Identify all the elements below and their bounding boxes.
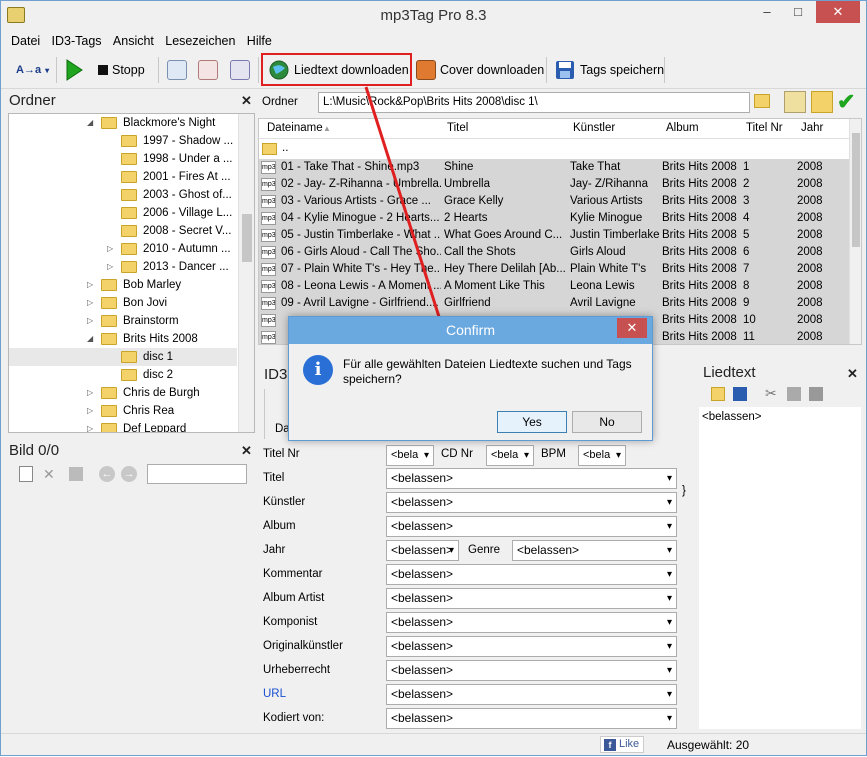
confirm-dialog: Confirm ✕ i Für alle gewählten Dateien L… xyxy=(288,316,653,441)
dialog-title: Confirm xyxy=(289,317,652,344)
app-window: mp3Tag Pro 8.3 – □ ✕ Datei ID3-Tags Ansi… xyxy=(0,0,867,756)
no-button[interactable]: No xyxy=(572,411,642,433)
info-icon: i xyxy=(303,355,333,385)
like-button[interactable]: f Like xyxy=(600,736,644,753)
dialog-message: Für alle gewählten Dateien Liedtexte suc… xyxy=(343,357,632,386)
like-label: Like xyxy=(619,738,640,750)
status-bar: f Like Ausgewählt: 20 xyxy=(1,733,866,755)
selected-count: Ausgewählt: 20 xyxy=(667,738,750,752)
yes-button[interactable]: Yes xyxy=(497,411,567,433)
dialog-close-button[interactable]: ✕ xyxy=(617,318,647,338)
facebook-icon: f xyxy=(604,739,616,751)
